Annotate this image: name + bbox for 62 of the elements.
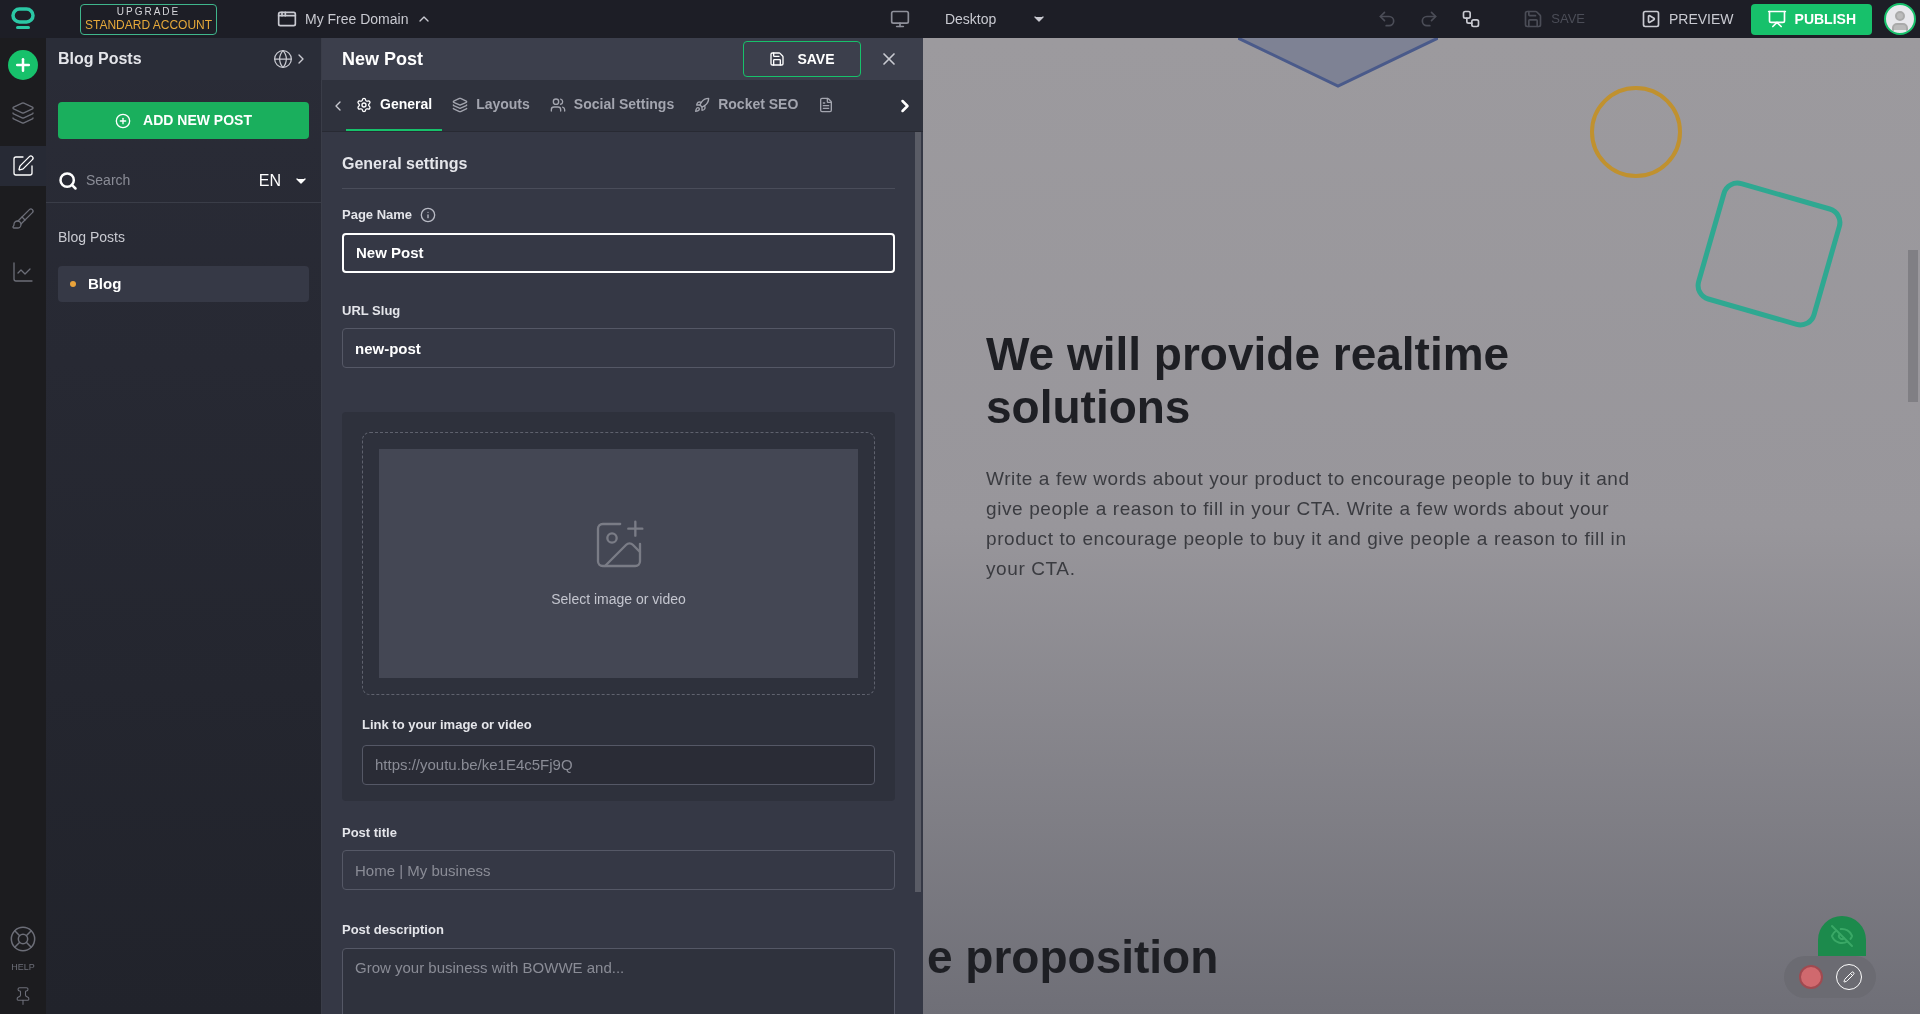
field-label: Link to your image or video [362,716,533,734]
media-dropzone[interactable]: Select image or video [362,432,875,695]
chart-icon [11,260,35,284]
sitemap-icon[interactable] [1461,9,1482,29]
device-dropdown[interactable]: Desktop [944,8,1048,30]
text-field[interactable]: new-post [342,328,895,368]
plus-circle-icon [115,112,132,129]
monitor-icon[interactable] [889,9,910,29]
save-button[interactable]: SAVE [743,41,861,77]
users-icon [549,96,566,113]
panel-title: New Post [342,47,424,71]
tab[interactable]: General [346,80,443,131]
preview-scrollbar[interactable] [1908,250,1918,402]
post-list-item[interactable]: Blog [58,266,309,302]
tab[interactable]: Rocket SEO [684,80,809,131]
add-button[interactable] [8,50,38,80]
tab[interactable]: Layouts [442,80,540,131]
preview-paragraph: Write a few words about your product to encourage people to buy it and give people a reason to fill in your CTA. Write a few words about your product to encourage people to buy it and give people a reason to fill in your CTA. [986,467,1631,581]
field-label: Post title [342,823,397,842]
pencil-icon [1842,971,1855,983]
play-icon [1640,9,1661,29]
upgrade-button[interactable]: UPGRADE STANDARD ACCOUNT [80,3,217,35]
sidebar-title: Blog Posts [58,49,142,69]
screen-icon [1766,9,1787,29]
description-field[interactable]: Grow your business with BOWWE and... [342,947,895,1014]
preview-button[interactable]: PREVIEW [1640,8,1734,30]
field-label: Page Name [342,206,413,224]
logo-icon[interactable] [10,7,36,31]
document-icon [818,96,835,113]
preview-heading: e proposition [927,930,1219,985]
tab[interactable]: Social Settings [539,80,685,131]
edit-icon [11,154,35,178]
scrollbar[interactable] [915,132,921,892]
brush-icon [11,207,35,231]
media-prompt: Select image or video [551,590,686,609]
section-label: Blog Posts [58,228,126,247]
save-icon [1523,9,1544,29]
layers-icon [452,96,469,113]
window-icon [277,9,297,29]
save-icon [769,51,786,67]
section-heading: General settings [342,152,895,189]
pages-icon [11,101,35,125]
field-label: URL Slug [342,301,401,320]
search-icon[interactable] [58,170,78,191]
gear-icon [356,96,372,113]
info-icon[interactable] [420,206,437,223]
field-label: Post description [342,921,444,939]
link-field[interactable]: https://youtu.be/ke1E4c5Fj9Q [362,744,875,785]
plus-icon [13,55,33,75]
search-field[interactable]: Search [86,170,206,191]
domain-dropdown[interactable]: My Free Domain [277,8,433,30]
rail-edit-button[interactable] [0,146,46,186]
preview-heading: We will provide realtime solutions [986,328,1511,434]
help-icon[interactable] [9,924,37,953]
rocket-icon [694,96,711,113]
language-dropdown[interactable]: EN [258,168,309,193]
eye-off-icon [1830,924,1854,948]
avatar[interactable] [1884,3,1916,35]
help-label: HELP [11,960,35,974]
text-field[interactable]: New Post [342,232,895,273]
text-field[interactable]: Home | My business [342,850,895,890]
globe-icon[interactable] [273,49,293,69]
